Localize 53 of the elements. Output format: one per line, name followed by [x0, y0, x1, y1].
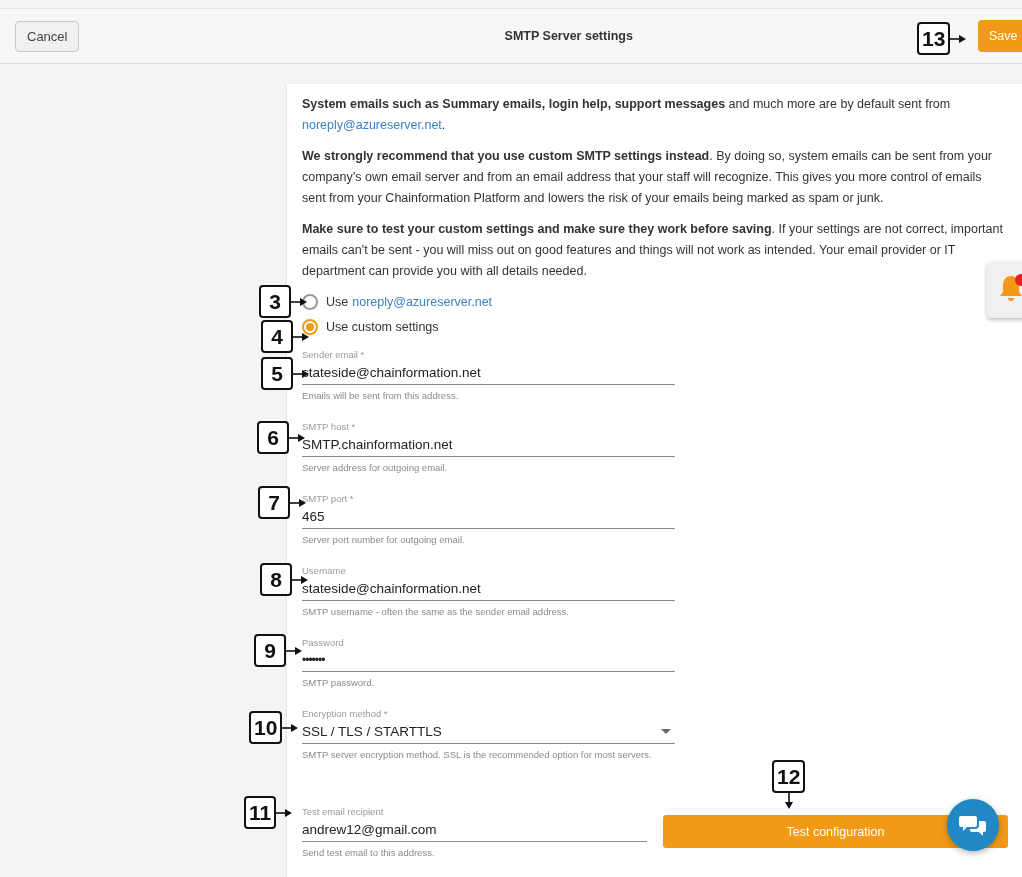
- callout-number: 10: [249, 711, 283, 744]
- field-label: Test email recipient: [302, 806, 385, 817]
- arrow-icon: [289, 432, 305, 443]
- input-field[interactable]: SMTP.chainformation.net: [302, 432, 675, 457]
- helper-text: SMTP password.: [302, 677, 376, 690]
- field-label: SMTP port *: [302, 493, 355, 504]
- input-field[interactable]: 465: [302, 504, 675, 529]
- arrow-icon: [950, 33, 967, 44]
- helper-text: SMTP username - often the same as the sender email address.: [302, 606, 570, 619]
- intro-paragraph: System emails such as Summary emails, login help, support messages and much more are by default sent from noreply@azureserver.net.: [302, 96, 952, 134]
- field-label: Encryption method *: [302, 708, 389, 719]
- helper-text: Server port number for outgoing email.: [302, 534, 466, 547]
- callout-number: 3: [259, 285, 291, 318]
- arrow-icon: [291, 296, 307, 307]
- callout-number: 7: [258, 486, 290, 519]
- helper-text: Send test email to this address.: [302, 847, 436, 860]
- callout-number: 4: [261, 320, 293, 353]
- callout-number: 11: [244, 796, 277, 829]
- arrow-icon: [292, 574, 308, 585]
- callout-number: 12: [772, 760, 806, 793]
- arrow-icon: [286, 645, 302, 656]
- helper-text: Server address for outgoing email.: [302, 462, 449, 475]
- password-field[interactable]: •••••••: [302, 648, 675, 672]
- field-label: Sender email *: [302, 349, 366, 360]
- email-link[interactable]: noreply@azureserver.net: [352, 295, 493, 309]
- arrow-icon: [276, 807, 293, 818]
- field-label: Password: [302, 637, 345, 648]
- arrow-icon: [293, 331, 309, 342]
- helper-text: Emails will be sent from this address.: [302, 390, 460, 403]
- input-field[interactable]: stateside@chainformation.net: [302, 576, 675, 601]
- intro-paragraph: Make sure to test your custom settings and make sure they work before saving. If your settings are not correct, important emails can't be sent - you will miss out on good features and things will not work as intended. Your email provider or IT department can provide you with all details needed.: [302, 221, 1004, 280]
- arrow-icon: [783, 793, 794, 809]
- field-label: Username: [302, 565, 347, 576]
- select-field[interactable]: SSL / TLS / STARTTLS: [302, 719, 675, 744]
- notification-tab[interactable]: [987, 262, 1022, 318]
- field-label: SMTP host *: [302, 421, 357, 432]
- option-label: Use custom settings: [326, 320, 439, 334]
- input-field[interactable]: andrew12@gmail.com: [302, 817, 647, 842]
- callout-number: 5: [261, 357, 293, 390]
- arrow-icon: [282, 722, 299, 733]
- page-title: SMTP Server settings: [504, 29, 633, 43]
- option-label: Use: [326, 295, 349, 309]
- bell-icon: [999, 274, 1022, 304]
- callout-number: 13: [917, 22, 951, 55]
- chat-bubbles-icon: [959, 813, 987, 837]
- dropdown-caret-icon: [661, 729, 671, 734]
- callout-number: 8: [260, 563, 292, 596]
- callout-number: 6: [257, 421, 289, 454]
- callout-number: 9: [254, 634, 286, 667]
- helper-text: SMTP server encryption method. SSL is the recommended option for most servers.: [302, 749, 653, 762]
- email-link[interactable]: noreply@azureserver.net: [302, 118, 442, 132]
- intro-paragraph: We strongly recommend that you use custom SMTP settings instead. By doing so, system emails can be sent from your company’s own email server and from an email address that your staff will recognize. This gives you more control of emails sent from your Chainformation Platform and lowers the risk of your emails being marked as spam or junk.: [302, 148, 994, 207]
- cancel-button[interactable]: Cancel: [15, 20, 80, 52]
